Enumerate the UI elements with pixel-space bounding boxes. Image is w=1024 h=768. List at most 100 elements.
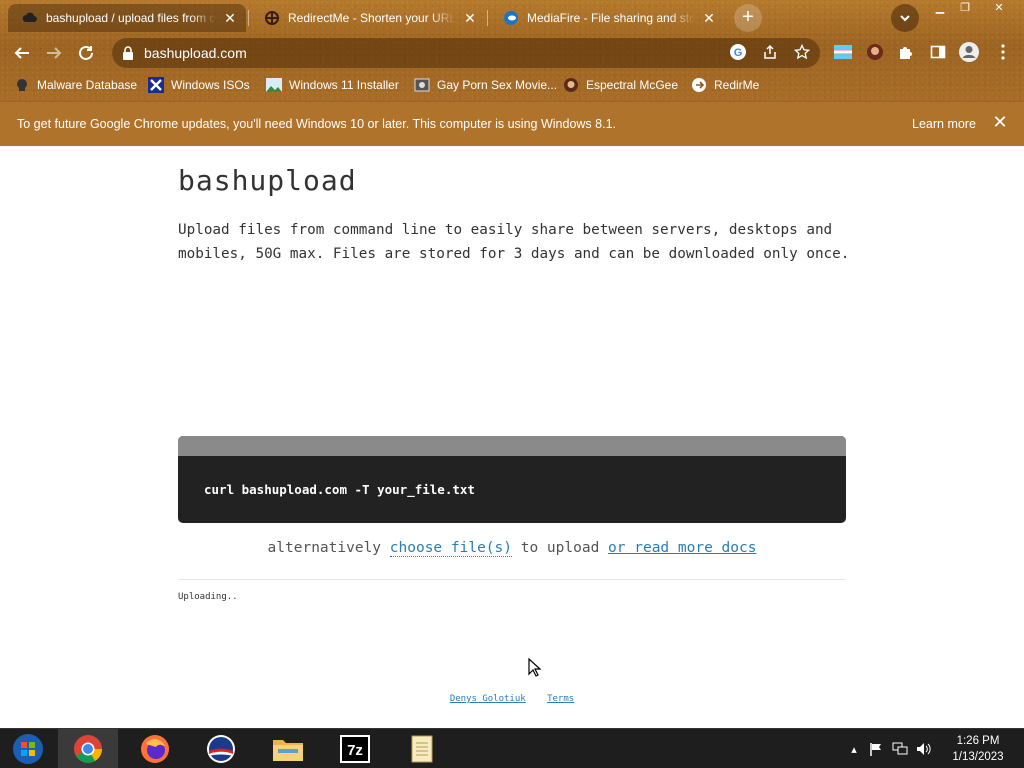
clock-time: 1:26 PM: [956, 735, 1000, 747]
minimize-button[interactable]: ▁: [928, 0, 952, 18]
update-infobar: To get future Google Chrome updates, you…: [0, 102, 1024, 146]
google-lens-icon[interactable]: G: [729, 43, 747, 61]
reload-button[interactable]: [74, 41, 98, 65]
flag-extension-icon[interactable]: [832, 41, 854, 63]
bookmark-label: Windows 11 Installer: [289, 78, 399, 92]
tab-strip: bashupload / upload files from com ✕ Red…: [0, 0, 1024, 34]
menu-kebab-icon[interactable]: [992, 41, 1014, 63]
author-link[interactable]: Denys Golotiuk: [450, 694, 526, 704]
new-tab-button[interactable]: +: [734, 4, 762, 32]
taskbar-file-explorer[interactable]: [258, 729, 318, 768]
avatar-extension-icon[interactable]: [864, 41, 886, 63]
redirect-icon: [691, 77, 707, 93]
start-button[interactable]: [0, 729, 56, 768]
page-content: bashupload Upload files from command lin…: [0, 146, 1024, 728]
bookmark-star-icon[interactable]: [793, 43, 811, 61]
upload-alternatives: alternatively choose file(s) to upload o…: [0, 540, 1024, 557]
back-arrow-icon: [14, 47, 29, 59]
tab-title: bashupload / upload files from com: [46, 11, 216, 25]
learn-more-link[interactable]: Learn more: [912, 117, 976, 131]
back-button[interactable]: [10, 41, 34, 65]
image-icon: [266, 77, 282, 93]
taskbar: 7z ▴ 1:26 PM 1/13/2023: [0, 728, 1024, 768]
bookmark-espectral-mcgee[interactable]: Espectral McGee: [563, 75, 678, 95]
obama-logo-icon: [207, 735, 235, 763]
tab-mediafire[interactable]: MediaFire - File sharing and storage ✕: [489, 4, 725, 32]
svg-text:7z: 7z: [347, 742, 363, 759]
taskbar-7zip[interactable]: 7z: [325, 729, 385, 768]
crosshair-icon: [264, 10, 280, 26]
tab-close-icon[interactable]: ✕: [462, 10, 478, 27]
action-center-flag-icon[interactable]: [868, 741, 884, 757]
show-hidden-icons-icon[interactable]: ▴: [846, 741, 862, 757]
forward-arrow-icon: [47, 47, 62, 59]
profile-icon[interactable]: [958, 41, 980, 63]
command-text[interactable]: curl bashupload.com -T your_file.txt: [204, 482, 475, 497]
close-icon[interactable]: ✕: [991, 112, 1009, 134]
system-clock[interactable]: 1:26 PM 1/13/2023: [944, 733, 1012, 765]
tab-separator: [487, 10, 488, 26]
notepad-icon: [411, 735, 433, 763]
bookmarks-bar: Malware Database Windows ISOs Windows 11…: [0, 72, 1024, 98]
alt-middle: to upload: [520, 540, 600, 556]
page-description: Upload files from command line to easily…: [178, 222, 850, 262]
7zip-icon: 7z: [340, 735, 370, 763]
reload-icon: [79, 45, 93, 60]
volume-icon[interactable]: [916, 741, 932, 757]
tab-search-button[interactable]: [891, 4, 919, 32]
taskbar-obama-logo[interactable]: [191, 729, 251, 768]
tab-title: RedirectMe - Shorten your URL: [288, 11, 456, 25]
chevron-down-icon: [900, 15, 910, 22]
bookmark-label: Gay Porn Sex Movie...: [437, 78, 558, 92]
bookmark-label: RedirMe: [714, 78, 760, 92]
url-text: bashupload.com: [144, 45, 247, 61]
forward-button[interactable]: [42, 41, 66, 65]
side-panel-icon[interactable]: [927, 41, 949, 63]
bookmark-label: Espectral McGee: [586, 78, 679, 92]
bookmark-windows-isos[interactable]: Windows ISOs: [148, 75, 250, 95]
bookmark-label: Malware Database: [37, 78, 138, 92]
divider: [178, 579, 846, 580]
bookmark-windows-11-installer[interactable]: Windows 11 Installer: [266, 75, 399, 95]
mouse-cursor-icon: [528, 658, 542, 677]
browser-chrome: bashupload / upload files from com ✕ Red…: [0, 0, 1024, 102]
tab-separator: [248, 10, 249, 26]
avatar-icon: [563, 77, 579, 93]
upload-status: Uploading..: [178, 592, 238, 602]
tab-redirectme[interactable]: RedirectMe - Shorten your URL ✕: [250, 4, 486, 32]
clock-date: 1/13/2023: [952, 751, 1004, 763]
tab-bashupload[interactable]: bashupload / upload files from com ✕: [8, 4, 246, 32]
bookmark-malware-database[interactable]: Malware Database: [14, 75, 137, 95]
extensions-puzzle-icon[interactable]: [895, 41, 917, 63]
bookmark-label: Windows ISOs: [171, 78, 250, 92]
taskbar-firefox[interactable]: [125, 729, 185, 768]
chrome-icon: [74, 735, 102, 763]
taskbar-chrome[interactable]: [58, 729, 118, 768]
tab-close-icon[interactable]: ✕: [701, 10, 717, 27]
terms-link[interactable]: Terms: [547, 694, 574, 704]
bookmark-movie-site[interactable]: Gay Porn Sex Movie...: [414, 75, 557, 95]
command-box: curl bashupload.com -T your_file.txt: [178, 436, 846, 523]
command-box-header: [178, 436, 846, 456]
mediafire-icon: [503, 10, 519, 26]
network-icon[interactable]: [892, 741, 908, 757]
skull-icon: [14, 77, 30, 93]
restore-button[interactable]: ❐: [953, 0, 977, 18]
page-title: bashupload: [178, 164, 357, 197]
x-logo-icon: [148, 77, 164, 93]
cloud-upload-icon: [22, 10, 38, 26]
share-icon[interactable]: [761, 43, 779, 61]
alt-prefix: alternatively: [267, 540, 382, 556]
window-close-button[interactable]: ✕: [986, 0, 1012, 18]
globe-icon: [414, 77, 430, 93]
choose-files-link[interactable]: choose file(s): [389, 540, 512, 557]
start-orb-icon: [13, 734, 43, 764]
svg-text:G: G: [734, 47, 743, 59]
firefox-icon: [141, 735, 169, 763]
address-bar[interactable]: bashupload.com: [112, 38, 820, 68]
read-docs-link[interactable]: or read more docs: [608, 540, 756, 556]
footer: Denys Golotiuk Terms: [0, 694, 1024, 704]
bookmark-redirme[interactable]: RedirMe: [691, 75, 759, 95]
taskbar-notepad[interactable]: [392, 729, 452, 768]
tab-close-icon[interactable]: ✕: [222, 10, 238, 27]
